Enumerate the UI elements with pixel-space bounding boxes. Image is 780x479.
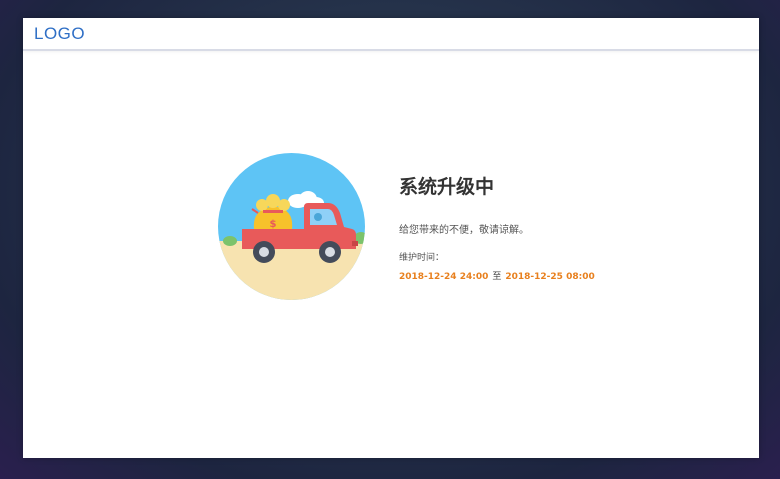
- maintenance-time-label: 维护时间：: [399, 253, 445, 263]
- main-card: LOGO $ 系统升级中 给您带来的不便，敬请谅解。 维护时间： 2018-12…: [23, 18, 759, 458]
- apology-text: 给您带来的不便，敬请谅解。: [399, 225, 529, 236]
- logo[interactable]: LOGO: [34, 24, 85, 44]
- time-separator: 至: [492, 272, 502, 282]
- maintenance-info: 系统升级中 给您带来的不便，敬请谅解。 维护时间： 2018-12-24 24:…: [399, 172, 595, 282]
- page-title: 系统升级中: [399, 176, 495, 198]
- header-bar: LOGO: [23, 18, 759, 51]
- maintenance-time-range: 2018-12-24 24:00 至 2018-12-25 08:00: [399, 269, 595, 282]
- truck-illustration: $: [218, 153, 365, 300]
- start-time: 2018-12-24 24:00: [399, 272, 489, 282]
- end-time: 2018-12-25 08:00: [505, 272, 595, 282]
- svg-text:$: $: [270, 219, 277, 230]
- truck-icon: $: [218, 153, 365, 300]
